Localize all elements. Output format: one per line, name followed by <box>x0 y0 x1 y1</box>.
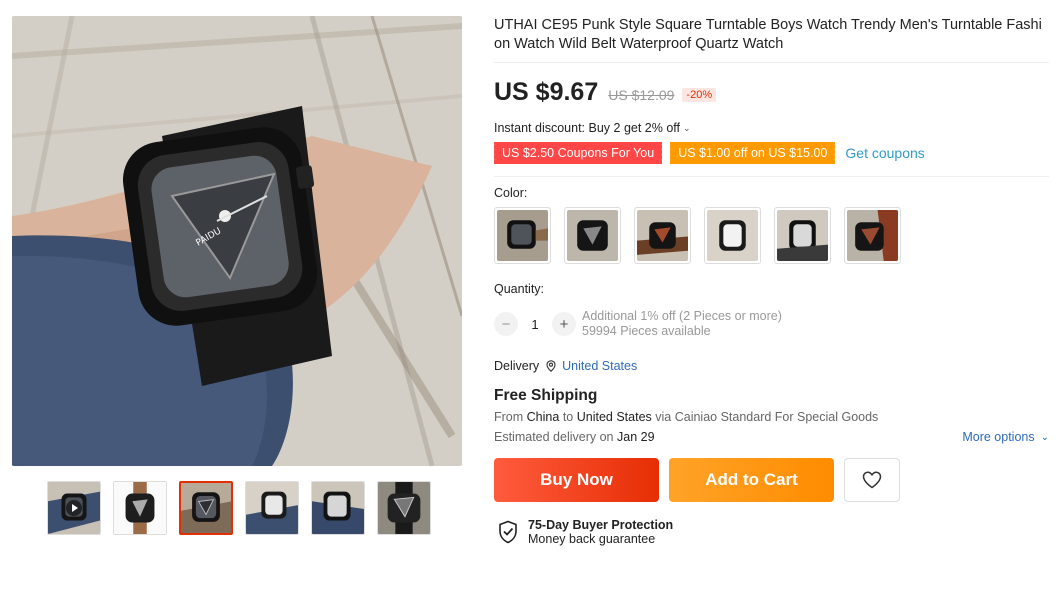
divider <box>494 62 1049 63</box>
product-title: UTHAI CE95 Punk Style Square Turntable B… <box>494 17 1042 52</box>
wishlist-button[interactable] <box>844 458 900 502</box>
thumbnail-image <box>114 482 166 534</box>
estimated-date: Jan 29 <box>617 430 655 444</box>
thumbnail-image <box>246 482 298 534</box>
free-shipping-title: Free Shipping <box>494 387 598 404</box>
to-prefix: to <box>562 410 574 424</box>
add-to-cart-button[interactable]: Add to Cart <box>669 458 834 502</box>
thumbnail-strip <box>47 481 431 535</box>
shield-check-icon <box>498 520 518 544</box>
thumbnail-3-selected[interactable] <box>179 481 233 535</box>
color-swatch-2[interactable] <box>564 207 621 264</box>
delivery-row: Delivery United States <box>494 359 1049 373</box>
protection-text: 75-Day Buyer Protection Money back guara… <box>528 518 673 546</box>
location-pin-icon <box>546 360 556 372</box>
chevron-down-icon: ⌄ <box>683 122 691 133</box>
coupon-row: US $2.50 Coupons For You US $1.00 off on… <box>491 142 1049 164</box>
buyer-protection: 75-Day Buyer Protection Money back guara… <box>494 518 1049 546</box>
color-swatch-6[interactable] <box>844 207 901 264</box>
thumbnail-2[interactable] <box>113 481 167 535</box>
get-coupons-link[interactable]: Get coupons <box>845 145 924 161</box>
estimated-prefix: Estimated delivery on <box>494 430 614 444</box>
main-product-image[interactable]: PAIDU <box>12 16 462 466</box>
more-options-link[interactable]: More options ⌄ <box>962 430 1049 444</box>
heart-icon <box>862 471 882 489</box>
thumbnail-image <box>181 483 231 533</box>
buy-now-button[interactable]: Buy Now <box>494 458 659 502</box>
instant-discount[interactable]: Instant discount: Buy 2 get 2% off ⌄ <box>494 121 1049 135</box>
estimated-delivery-row: Estimated delivery on Jan 29 More option… <box>494 430 1049 444</box>
discount-badge: -20% <box>682 88 717 102</box>
coupon-select[interactable]: US $1.00 off on US $15.00 <box>668 142 836 164</box>
color-swatch-4[interactable] <box>704 207 761 264</box>
current-price: US $9.67 <box>494 78 599 106</box>
original-price: US $12.09 <box>608 87 675 103</box>
action-buttons: Buy Now Add to Cart <box>494 458 1049 502</box>
price-row: US $9.67 US $12.09 -20% <box>494 78 1049 107</box>
coupon-store[interactable]: US $2.50 Coupons For You <box>491 142 663 164</box>
divider <box>494 176 1049 177</box>
instant-discount-text: Instant discount: Buy 2 get 2% off <box>494 121 680 135</box>
swatch-image <box>707 210 758 261</box>
swatch-image <box>637 210 688 261</box>
quantity-minus-button[interactable]: − <box>494 312 518 336</box>
thumbnail-image <box>378 482 430 534</box>
color-swatch-5[interactable] <box>774 207 831 264</box>
thumbnail-6[interactable] <box>377 481 431 535</box>
thumbnail-image <box>312 482 364 534</box>
shipping-route: From China to United States via Cainiao … <box>494 410 1049 424</box>
quantity-value[interactable]: 1 <box>518 317 552 332</box>
quantity-info: Additional 1% off (2 Pieces or more) 599… <box>582 309 782 339</box>
shipping-method: via Cainiao Standard For Special Goods <box>655 410 879 424</box>
additional-discount-text: Additional 1% off (2 Pieces or more) <box>582 309 782 323</box>
thumbnail-5[interactable] <box>311 481 365 535</box>
ship-from-country: China <box>526 410 560 424</box>
watch-photo: PAIDU <box>12 16 462 466</box>
protection-title: 75-Day Buyer Protection <box>528 518 674 532</box>
more-options-label: More options <box>962 430 1035 444</box>
color-swatches <box>494 207 1049 264</box>
thumbnail-video[interactable] <box>47 481 101 535</box>
play-icon[interactable] <box>66 500 82 516</box>
swatch-image <box>847 210 898 261</box>
delivery-label: Delivery <box>494 359 540 373</box>
quantity-stepper: − 1 + Additional 1% off (2 Pieces or mor… <box>494 309 1049 339</box>
pieces-available-text: 59994 Pieces available <box>582 324 711 338</box>
from-prefix: From <box>494 410 524 424</box>
thumbnail-4[interactable] <box>245 481 299 535</box>
swatch-image <box>567 210 618 261</box>
color-swatch-1[interactable] <box>494 207 551 264</box>
chevron-down-icon: ⌄ <box>1040 431 1049 443</box>
estimated-delivery: Estimated delivery on Jan 29 <box>494 430 655 444</box>
color-swatch-3[interactable] <box>634 207 691 264</box>
product-info-panel: UTHAI CE95 Punk Style Square Turntable B… <box>491 16 1049 546</box>
color-label: Color: <box>494 186 528 200</box>
swatch-image <box>777 210 828 261</box>
quantity-label: Quantity: <box>494 282 545 296</box>
ship-to-country: United States <box>576 410 652 424</box>
protection-subtitle: Money back guarantee <box>528 532 656 546</box>
delivery-country-link[interactable]: United States <box>562 359 637 373</box>
quantity-plus-button[interactable]: + <box>552 312 576 336</box>
swatch-image <box>497 210 548 261</box>
